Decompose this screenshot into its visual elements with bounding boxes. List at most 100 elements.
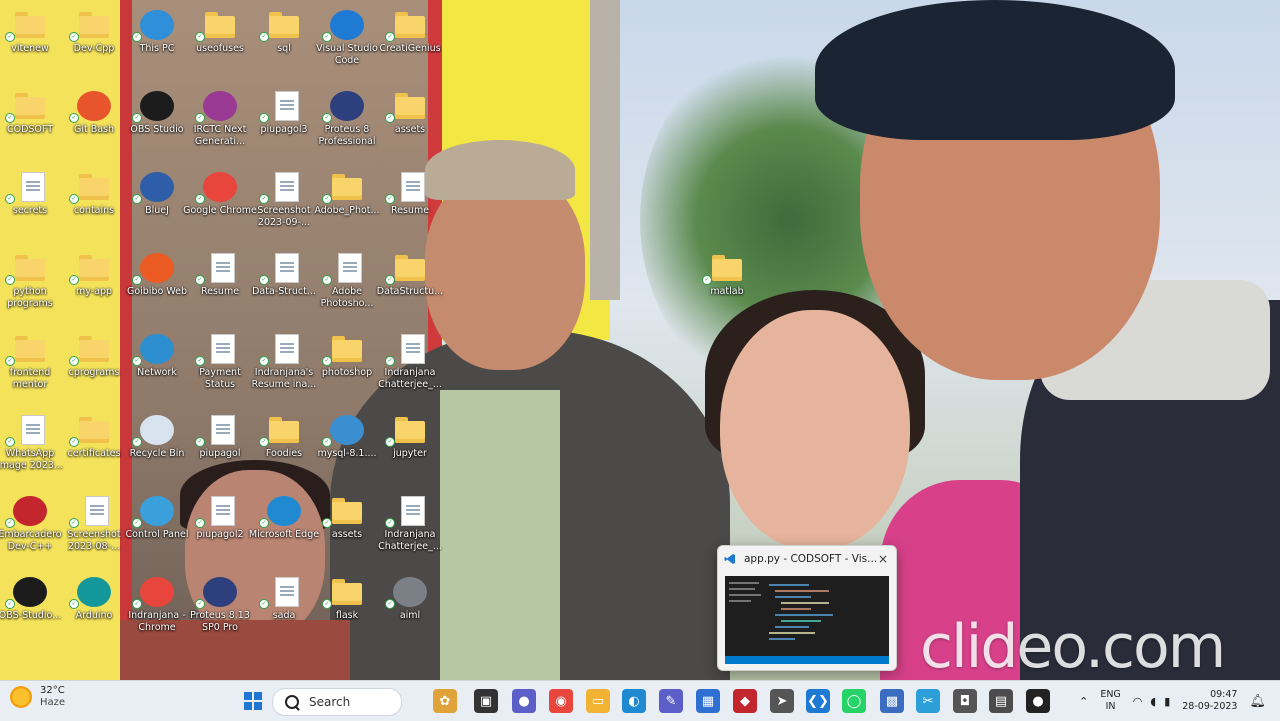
folder-icon (77, 415, 111, 445)
language-indicator[interactable]: ENG IN (1100, 689, 1120, 713)
taskbar-obs-button[interactable]: ● (1026, 689, 1050, 713)
taskbar-calculator-button[interactable]: ▤ (989, 689, 1013, 713)
sync-status-icon: ✓ (69, 113, 79, 123)
volume-icon[interactable]: ◖ (1150, 695, 1156, 708)
desktop-icon-label: IRCTC Next Generati... (193, 124, 247, 147)
notification-bell-icon[interactable]: 🔔︎ (1249, 694, 1266, 709)
file-icon (211, 253, 235, 283)
desktop-icon-proteus-8-13-sp0-pro[interactable]: ✓ Proteus 8.13 SP0 Pro (183, 573, 257, 653)
sync-status-icon: ✓ (5, 194, 15, 204)
battery-icon[interactable]: ▮ (1164, 695, 1170, 708)
tray-chevron-icon[interactable]: ⌃ (1079, 695, 1088, 708)
desktop-icon-useofuses[interactable]: ✓ useofuses (183, 6, 257, 86)
sync-status-icon: ✓ (132, 275, 142, 285)
taskbar-whatsapp-button[interactable]: ◯ (842, 689, 866, 713)
sync-status-icon: ✓ (385, 518, 395, 528)
file-icon (401, 496, 425, 526)
taskbar-edge-button[interactable]: ◐ (622, 689, 646, 713)
app-icon (13, 577, 47, 607)
desktop-icon-piupagol2[interactable]: ✓ piupagol2 (183, 492, 257, 572)
sync-status-icon: ✓ (195, 437, 205, 447)
taskbar-snip-button[interactable]: ✂ (916, 689, 940, 713)
app-icon (203, 172, 237, 202)
folder-icon (393, 415, 427, 445)
taskbar-pointer-button[interactable]: ➤ (770, 689, 794, 713)
vscode-window-thumbnail[interactable]: app.py - CODSOFT - Vis... × (717, 545, 897, 671)
sync-status-icon: ✓ (195, 113, 205, 123)
file-icon (21, 172, 45, 202)
sync-status-icon: ✓ (5, 437, 15, 447)
desktop-icon-label: piupagol (199, 448, 241, 459)
taskbar-vscode-button[interactable]: ❮❯ (806, 689, 830, 713)
taskbar-camera-button[interactable]: ◘ (953, 689, 977, 713)
desktop-icon-label: useofuses (196, 43, 244, 54)
folder-icon (710, 253, 744, 283)
sync-status-icon: ✓ (132, 194, 142, 204)
folder-icon (393, 91, 427, 121)
clock[interactable]: 09:47 28-09-2023 (1182, 689, 1237, 713)
taskbar-photos-button[interactable]: ▩ (880, 689, 904, 713)
taskbar-devcpp-button[interactable]: ◆ (733, 689, 757, 713)
desktop-icon-label: Indranjana Chatterjee_... (378, 529, 442, 552)
sync-status-icon: ✓ (132, 518, 142, 528)
desktop-icon-assets[interactable]: ✓ assets (373, 87, 447, 167)
sync-status-icon: ✓ (322, 356, 332, 366)
taskbar-task-view-button[interactable]: ▣ (474, 689, 498, 713)
desktop-icon-aiml[interactable]: ✓ aiml (373, 573, 447, 653)
search-label: Search (309, 695, 351, 709)
desktop-icon-payment-status[interactable]: ✓ Payment Status (183, 330, 257, 410)
chrome-icon: ◉ (555, 693, 567, 709)
taskbar-teams-button[interactable]: ● (512, 689, 536, 713)
sync-status-icon: ✓ (5, 518, 15, 528)
calculator-icon: ▤ (994, 693, 1008, 709)
desktop-icon-jupyter[interactable]: ✓ jupyter (373, 411, 447, 491)
sync-status-icon: ✓ (69, 32, 79, 42)
start-button[interactable] (241, 689, 265, 713)
desktop-icon-matlab[interactable]: ✓ matlab (690, 249, 764, 329)
language-code: ENG (1100, 689, 1121, 700)
thumbnail-close-icon[interactable]: × (876, 552, 890, 566)
desktop-icon-resume[interactable]: ✓ Resume (183, 249, 257, 329)
sync-status-icon: ✓ (322, 437, 332, 447)
sync-status-icon: ✓ (385, 194, 395, 204)
sync-status-icon: ✓ (259, 599, 269, 609)
desktop-icon-irctc-next-generati[interactable]: ✓ IRCTC Next Generati... (183, 87, 257, 167)
desktop-icon-resume[interactable]: ✓ Resume (373, 168, 447, 248)
desktop-icon-creatigenius[interactable]: ✓ CreatiGenius (373, 6, 447, 86)
region-code: IN (1105, 701, 1116, 712)
file-icon (401, 172, 425, 202)
taskbar-file-explorer-button[interactable]: ▭ (586, 689, 610, 713)
folder-icon (77, 10, 111, 40)
file-icon (211, 334, 235, 364)
taskbar-chrome-button[interactable]: ◉ (549, 689, 573, 713)
taskbar-store-button[interactable]: ▦ (696, 689, 720, 713)
desktop-icon-datastructu[interactable]: ✓ DataStructu... (373, 249, 447, 329)
weather-condition: Haze (40, 697, 66, 708)
file-icon (401, 334, 425, 364)
weather-widget[interactable]: 32°C Haze (10, 685, 65, 709)
sync-status-icon: ✓ (132, 113, 142, 123)
file-explorer-icon: ▭ (591, 693, 605, 709)
taskbar-widgets-button[interactable]: ✿ (433, 689, 457, 713)
folder-icon (77, 172, 111, 202)
photos-icon: ▩ (885, 693, 899, 709)
sync-status-icon: ✓ (702, 275, 712, 285)
desktop-icon-piupagol[interactable]: ✓ piupagol (183, 411, 257, 491)
desktop-icon-indranjana-chatterjee[interactable]: ✓ Indranjana Chatterjee_... (373, 492, 447, 572)
teams-icon: ● (518, 693, 530, 709)
sync-status-icon: ✓ (385, 32, 395, 42)
wallpaper-person-man-cap (425, 140, 575, 200)
taskbar-search-box[interactable]: Search (272, 688, 402, 716)
thumbnail-preview-editor[interactable] (725, 576, 889, 664)
file-icon (211, 496, 235, 526)
file-icon (275, 577, 299, 607)
file-icon (275, 334, 299, 364)
file-icon (21, 415, 45, 445)
taskbar-pen-button[interactable]: ✎ (659, 689, 683, 713)
weather-temperature: 32°C (40, 685, 65, 696)
sync-status-icon: ✓ (259, 356, 269, 366)
desktop-icon-google-chrome[interactable]: ✓ Google Chrome (183, 168, 257, 248)
wifi-icon[interactable]: ◠ (1133, 695, 1143, 708)
sync-status-icon: ✓ (69, 599, 79, 609)
desktop-icon-indranjana-chatterjee[interactable]: ✓ Indranjana Chatterjee_... (373, 330, 447, 410)
